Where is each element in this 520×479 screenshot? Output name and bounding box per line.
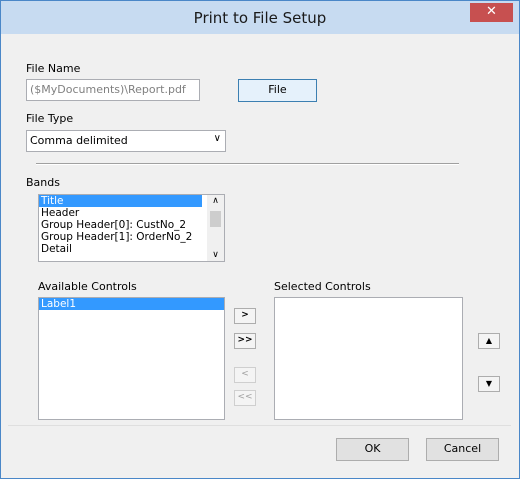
available-controls-label: Available Controls — [38, 280, 137, 293]
remove-button[interactable]: < — [234, 367, 256, 383]
scroll-thumb[interactable] — [210, 211, 221, 227]
arrow-down-icon: ▼ — [485, 379, 493, 388]
scroll-up-icon[interactable]: ∧ — [207, 195, 224, 207]
bands-scrollbar[interactable]: ∧ ∨ — [207, 195, 224, 261]
bands-list[interactable]: Title Header Group Header[0]: CustNo_2 G… — [38, 194, 225, 262]
selected-controls-label: Selected Controls — [274, 280, 371, 293]
bands-item-title[interactable]: Title — [39, 195, 202, 207]
cancel-button[interactable]: Cancel — [426, 438, 499, 461]
file-type-label: File Type — [26, 112, 74, 125]
file-name-label: File Name — [26, 62, 81, 75]
file-type-value: Comma delimited — [30, 134, 128, 147]
bands-item-group-header-1[interactable]: Group Header[1]: OrderNo_2 — [39, 231, 224, 243]
bands-item-group-header-0[interactable]: Group Header[0]: CustNo_2 — [39, 219, 224, 231]
bands-item-header[interactable]: Header — [39, 207, 224, 219]
window-title: Print to File Setup — [193, 9, 327, 27]
scroll-down-icon[interactable]: ∨ — [207, 249, 224, 261]
file-button[interactable]: File — [238, 79, 317, 102]
add-all-button[interactable]: >> — [234, 333, 256, 349]
bands-item-detail[interactable]: Detail — [39, 243, 224, 255]
remove-all-button[interactable]: << — [234, 390, 256, 406]
arrow-up-icon: ▲ — [485, 336, 493, 345]
available-controls-list[interactable]: Label1 — [38, 297, 225, 420]
move-down-button[interactable]: ▼ — [478, 376, 500, 392]
move-up-button[interactable]: ▲ — [478, 333, 500, 349]
file-name-input[interactable]: ($MyDocuments)\Report.pdf — [26, 79, 200, 101]
dialog-body: File Name ($MyDocuments)\Report.pdf File… — [8, 34, 511, 471]
available-item-label1[interactable]: Label1 — [39, 298, 224, 310]
close-icon: ✕ — [486, 4, 497, 19]
ok-button[interactable]: OK — [336, 438, 409, 461]
selected-controls-list[interactable] — [274, 297, 463, 420]
title-bar[interactable]: Print to File Setup ✕ — [1, 1, 519, 34]
bands-label: Bands — [26, 176, 60, 189]
close-button[interactable]: ✕ — [470, 3, 513, 22]
chevron-down-icon: ∨ — [213, 133, 221, 144]
add-button[interactable]: > — [234, 308, 256, 324]
print-to-file-dialog: Print to File Setup ✕ File Name ($MyDocu… — [0, 0, 520, 479]
separator — [36, 163, 459, 165]
footer-bar: OK Cancel — [8, 425, 511, 473]
file-type-select[interactable]: Comma delimited ∨ — [26, 130, 226, 152]
